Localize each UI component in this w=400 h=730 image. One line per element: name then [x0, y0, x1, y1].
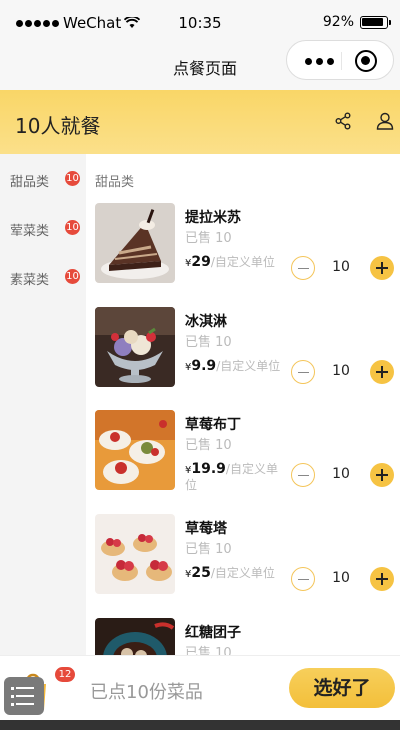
submit-order-button[interactable]: 选好了	[289, 668, 395, 708]
user-icon[interactable]	[376, 112, 394, 130]
nav-bar: 点餐页面	[0, 40, 400, 90]
mini-program-capsule	[286, 40, 394, 80]
food-item: 提拉米苏 已售 10 ¥29/自定义单位 10	[86, 203, 400, 306]
price-value: 29	[191, 254, 211, 270]
decrease-quantity-button[interactable]	[291, 463, 315, 487]
price-unit: /自定义单位	[210, 255, 275, 269]
sidebar-badge: 10	[65, 171, 80, 186]
bottom-order-bar: 12 已点10份菜品 选好了	[0, 655, 400, 720]
section-title: 甜品类	[95, 175, 135, 190]
status-right: 92%	[322, 14, 391, 30]
sidebar-item-dessert[interactable]: 甜品类 10	[0, 154, 86, 203]
food-list: 甜品类 提拉米苏 已售 10 ¥29/自定义单位 10 冰淇淋 已售 10 ¥9…	[86, 154, 400, 664]
food-item: 草莓布丁 已售 10 ¥19.9/自定义单位 10	[86, 410, 400, 513]
sidebar-item-label: 甜品类	[10, 175, 50, 190]
food-sold-count: 已售 10	[185, 542, 232, 557]
sidebar-item-vegetable[interactable]: 素菜类 10	[0, 252, 86, 301]
quantity-value: 10	[332, 466, 350, 482]
food-name: 草莓塔	[185, 521, 227, 537]
quantity-value: 10	[332, 570, 350, 586]
food-image-ice-cream[interactable]	[95, 307, 175, 387]
food-item: 冰淇淋 已售 10 ¥9.9/自定义单位 10	[86, 307, 400, 410]
food-sold-count: 已售 10	[185, 335, 232, 350]
quantity-value: 10	[332, 259, 350, 275]
share-icon[interactable]	[334, 112, 352, 130]
increase-quantity-button[interactable]	[370, 463, 394, 487]
food-price: ¥19.9/自定义单位	[185, 462, 285, 492]
decrease-quantity-button[interactable]	[291, 567, 315, 591]
category-sidebar: 甜品类 10 荤菜类 10 素菜类 10	[0, 154, 86, 664]
food-image-strawberry-tart[interactable]	[95, 514, 175, 594]
food-name: 草莓布丁	[185, 417, 241, 433]
food-price: ¥9.9/自定义单位	[185, 359, 285, 375]
table-header: 10人就餐	[0, 90, 400, 154]
food-image-strawberry-pudding[interactable]	[95, 410, 175, 490]
floating-menu-button[interactable]	[4, 677, 44, 715]
food-name: 红糖团子	[185, 625, 241, 641]
table-title: 10人就餐	[15, 114, 101, 138]
price-value: 19.9	[191, 461, 226, 477]
food-sold-count: 已售 10	[185, 438, 232, 453]
decrease-quantity-button[interactable]	[291, 256, 315, 280]
increase-quantity-button[interactable]	[370, 256, 394, 280]
food-name: 提拉米苏	[185, 210, 241, 226]
capsule-divider	[341, 52, 342, 70]
battery-icon	[360, 15, 391, 29]
food-price: ¥29/自定义单位	[185, 255, 285, 271]
food-price: ¥25/自定义单位	[185, 566, 285, 582]
sidebar-item-label: 素菜类	[10, 273, 50, 288]
screen: WeChat 10:35 92% 点餐页面 10人就餐 甜品类 10 荤菜类 1…	[0, 0, 400, 730]
decrease-quantity-button[interactable]	[291, 360, 315, 384]
sidebar-badge: 10	[65, 220, 80, 235]
food-image-tiramisu[interactable]	[95, 203, 175, 283]
food-sold-count: 已售 10	[185, 231, 232, 246]
bottom-edge	[0, 720, 400, 730]
order-summary: 已点10份菜品	[90, 682, 203, 703]
price-value: 25	[191, 565, 211, 581]
food-name: 冰淇淋	[185, 314, 227, 330]
price-value: 9.9	[191, 358, 217, 374]
sidebar-badge: 10	[65, 269, 80, 284]
sidebar-item-meat[interactable]: 荤菜类 10	[0, 203, 86, 252]
quantity-value: 10	[332, 363, 350, 379]
price-unit: /自定义单位	[216, 359, 281, 373]
price-unit: /自定义单位	[210, 566, 275, 580]
increase-quantity-button[interactable]	[370, 567, 394, 591]
sidebar-item-label: 荤菜类	[10, 224, 50, 239]
battery-percent: 92%	[322, 14, 354, 30]
more-icon[interactable]	[305, 58, 334, 65]
cart-count-badge: 12	[55, 667, 75, 682]
increase-quantity-button[interactable]	[370, 360, 394, 384]
food-item: 草莓塔 已售 10 ¥25/自定义单位 10	[86, 514, 400, 617]
close-program-icon[interactable]	[355, 50, 377, 72]
